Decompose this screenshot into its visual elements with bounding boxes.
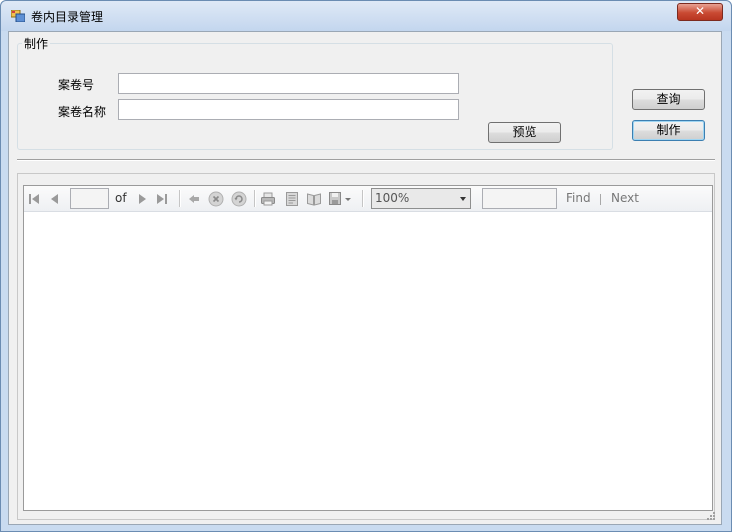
case-no-label: 案卷号 — [58, 78, 95, 92]
page-of-label: of — [115, 191, 127, 205]
find-link[interactable]: Find — [566, 191, 591, 205]
case-no-input[interactable] — [118, 73, 459, 94]
chevron-down-icon[interactable] — [344, 191, 352, 207]
resize-grip-icon[interactable] — [705, 510, 715, 520]
chevron-down-icon — [460, 197, 466, 201]
print-icon[interactable] — [260, 191, 276, 207]
client-area: 制作 案卷号 案卷名称 预览 查询 制作 of 100% Find Next — [8, 31, 722, 525]
window-app-icon — [11, 10, 25, 22]
preview-button[interactable]: 预览 — [488, 122, 561, 143]
find-text-input[interactable] — [482, 188, 557, 209]
first-page-icon[interactable] — [26, 191, 42, 207]
refresh-icon[interactable] — [231, 191, 247, 207]
zoom-select[interactable]: 100% — [371, 188, 471, 209]
zoom-value: 100% — [375, 191, 410, 205]
find-next-link[interactable]: Next — [611, 191, 639, 205]
export-icon[interactable] — [328, 191, 344, 207]
horizontal-separator — [17, 159, 715, 161]
last-page-icon[interactable] — [154, 191, 170, 207]
previous-page-icon[interactable] — [47, 191, 63, 207]
window-title: 卷内目录管理 — [31, 10, 104, 24]
toolbar-separator — [179, 190, 181, 207]
print-layout-icon[interactable] — [284, 191, 300, 207]
case-name-label: 案卷名称 — [58, 105, 107, 119]
stop-icon[interactable] — [208, 191, 224, 207]
groupbox-title: 制作 — [22, 35, 51, 52]
query-button[interactable]: 查询 — [632, 89, 705, 110]
page-setup-icon[interactable] — [306, 191, 322, 207]
toolbar-separator — [254, 190, 256, 207]
find-separator — [600, 194, 601, 205]
main-window: 卷内目录管理 ✕ 制作 案卷号 案卷名称 预览 查询 制作 of 100% Fi… — [0, 0, 732, 532]
report-viewer-frame: of 100% Find Next — [23, 185, 713, 511]
toolbar-separator — [362, 190, 364, 207]
close-icon: ✕ — [694, 4, 706, 18]
make-button[interactable]: 制作 — [632, 120, 705, 141]
page-number-input[interactable] — [70, 188, 109, 209]
report-viewer: of 100% Find Next — [17, 173, 715, 520]
title-bar[interactable]: 卷内目录管理 ✕ — [1, 1, 731, 31]
close-button[interactable]: ✕ — [677, 3, 723, 21]
back-icon[interactable] — [186, 191, 202, 207]
next-page-icon[interactable] — [134, 191, 150, 207]
report-toolbar: of 100% Find Next — [24, 186, 712, 212]
case-name-input[interactable] — [118, 99, 459, 120]
